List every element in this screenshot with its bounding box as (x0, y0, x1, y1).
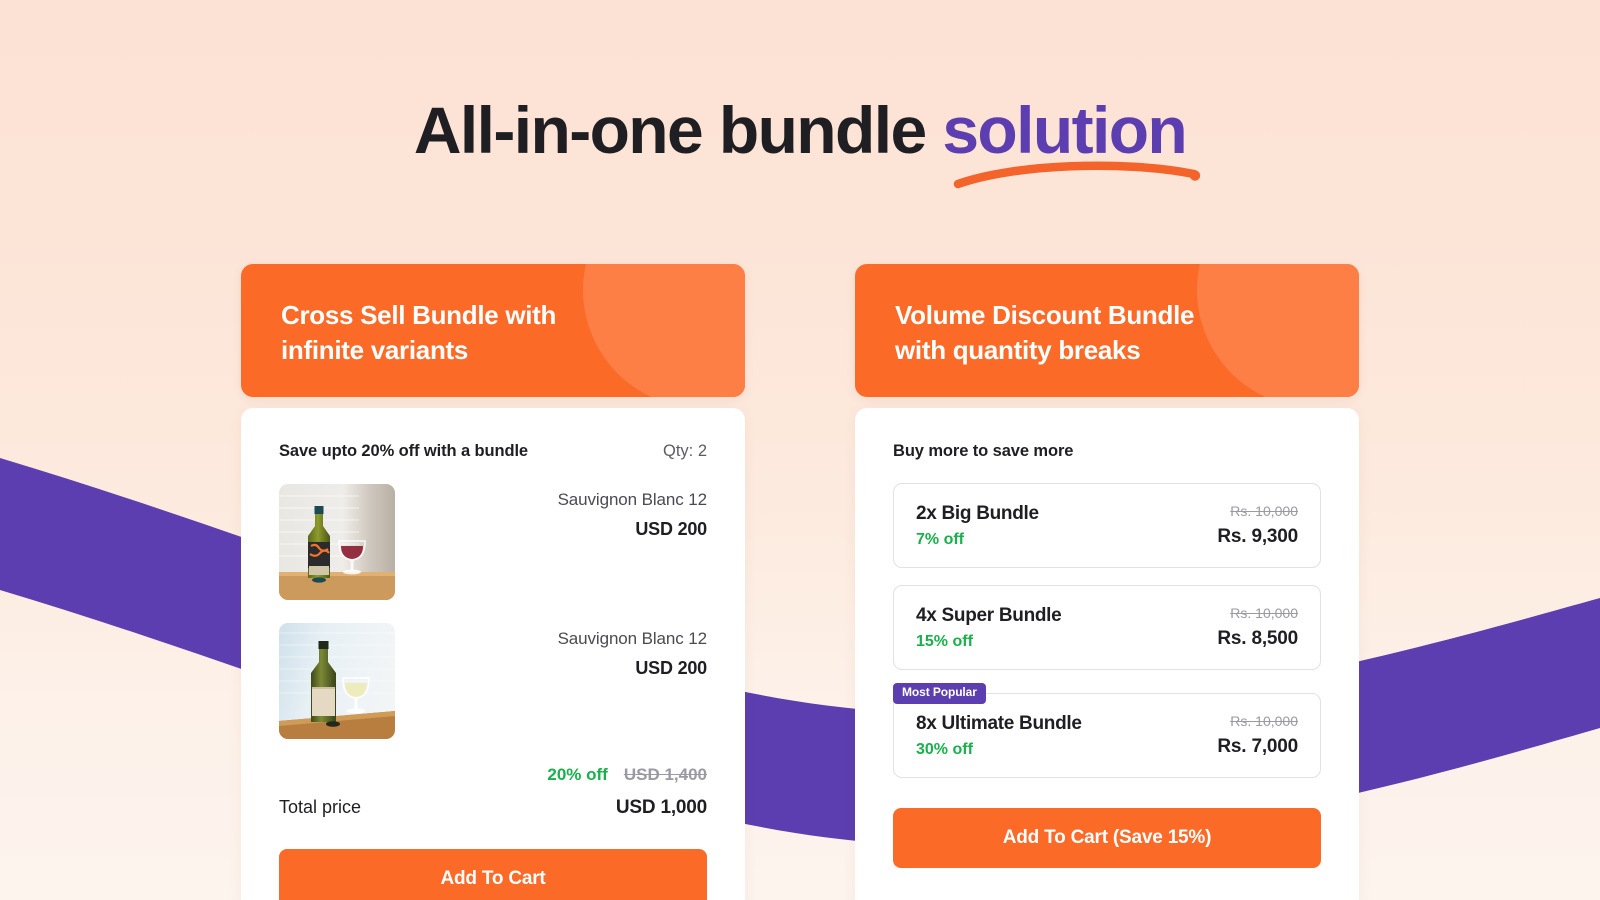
volume-title-line1: Volume Discount Bundle (895, 300, 1195, 330)
tier-price: Rs. 7,000 (1217, 736, 1298, 758)
tier-option[interactable]: 4x Super Bundle 15% off Rs. 10,000 Rs. 8… (893, 585, 1321, 671)
most-popular-badge: Most Popular (893, 683, 986, 704)
headline-container: All-in-one bundle solution (0, 93, 1600, 189)
volume-title-line2: with quantity breaks (895, 334, 1141, 365)
tier-list: 2x Big Bundle 7% off Rs. 10,000 Rs. 9,30… (893, 483, 1321, 779)
red-wine-bottle-and-glass-photo (279, 484, 395, 601)
cross-sell-card-title: Cross Sell Bundle with infinite variants (281, 298, 621, 367)
cross-sell-summary-row: Save upto 20% off with a bundle Qty: 2 (279, 442, 707, 461)
total-price-label: Total price (279, 797, 362, 818)
tier-info: 2x Big Bundle 7% off (916, 503, 1039, 549)
tier-option[interactable]: 2x Big Bundle 7% off Rs. 10,000 Rs. 9,30… (893, 483, 1321, 569)
headline-accent-text: solution (942, 93, 1187, 167)
product-row[interactable]: Sauvignon Blanc 12 USD 200 (279, 623, 708, 740)
page-title: All-in-one bundle solution (413, 93, 1201, 189)
tier-name: 4x Super Bundle (916, 605, 1062, 627)
product-meta: Sauvignon Blanc 12 USD 200 (557, 623, 708, 679)
total-price-value: USD 1,000 (615, 797, 707, 819)
volume-summary-row: Buy more to save more (893, 442, 1321, 461)
tier-compare-at-price: Rs. 10,000 (1230, 605, 1298, 622)
tier-pricing: Rs. 10,000 Rs. 8,500 (1217, 605, 1298, 650)
underline-swoosh-icon (953, 161, 1201, 189)
volume-discount-card-body: Buy more to save more 2x Big Bundle 7% o… (855, 408, 1359, 900)
volume-discount-card-title: Volume Discount Bundle with quantity bre… (895, 298, 1235, 367)
tier-name: 8x Ultimate Bundle (916, 713, 1082, 735)
tier-info: 8x Ultimate Bundle 30% off (916, 713, 1082, 759)
bundle-cards-row: Cross Sell Bundle with infinite variants… (0, 264, 1600, 900)
tier-price: Rs. 9,300 (1217, 526, 1298, 548)
cross-sell-bundle-card: Cross Sell Bundle with infinite variants… (241, 264, 745, 900)
product-row[interactable]: Sauvignon Blanc 12 USD 200 (279, 484, 708, 601)
product-name: Sauvignon Blanc 12 (557, 490, 708, 510)
quantity-label: Qty: 2 (662, 442, 707, 461)
buy-more-save-more-label: Buy more to save more (893, 442, 1074, 461)
total-price-row: Total price USD 1,000 (279, 797, 707, 819)
tier-compare-at-price: Rs. 10,000 (1230, 503, 1298, 520)
tier-discount-label: 30% off (916, 741, 973, 759)
add-to-cart-button[interactable]: Add To Cart (Save 15%) (893, 808, 1321, 869)
tier-pricing: Rs. 10,000 Rs. 9,300 (1217, 503, 1298, 548)
tier-price: Rs. 8,500 (1217, 628, 1298, 650)
save-upto-label: Save upto 20% off with a bundle (279, 442, 529, 461)
cross-sell-card-header: Cross Sell Bundle with infinite variants (241, 264, 745, 398)
tier-discount-label: 7% off (916, 531, 964, 549)
tier-pricing: Rs. 10,000 Rs. 7,000 (1217, 713, 1298, 758)
cross-sell-title-line1: Cross Sell Bundle with (281, 300, 557, 330)
tier-name: 2x Big Bundle (916, 503, 1039, 525)
discount-percent-label: 20% off (547, 765, 608, 785)
compare-at-price: USD 1,400 (623, 765, 707, 785)
tier-compare-at-price: Rs. 10,000 (1230, 713, 1298, 730)
product-price: USD 200 (635, 658, 707, 679)
product-meta: Sauvignon Blanc 12 USD 200 (557, 484, 708, 540)
cross-sell-card-body: Save upto 20% off with a bundle Qty: 2 S… (241, 408, 745, 900)
add-to-cart-button[interactable]: Add To Cart (279, 849, 707, 900)
volume-discount-bundle-card: Volume Discount Bundle with quantity bre… (855, 264, 1359, 900)
volume-discount-card-header: Volume Discount Bundle with quantity bre… (855, 264, 1359, 398)
tier-info: 4x Super Bundle 15% off (916, 605, 1062, 651)
product-price: USD 200 (635, 519, 707, 540)
tier-discount-label: 15% off (916, 633, 973, 651)
product-name: Sauvignon Blanc 12 (557, 629, 708, 649)
cross-sell-title-line2: infinite variants (281, 334, 469, 365)
headline-main-text: All-in-one bundle (413, 93, 943, 167)
white-wine-bottle-and-glass-photo (279, 623, 395, 740)
discount-summary-row: 20% off USD 1,400 (279, 765, 707, 785)
tier-option[interactable]: Most Popular 8x Ultimate Bundle 30% off … (893, 683, 1321, 779)
